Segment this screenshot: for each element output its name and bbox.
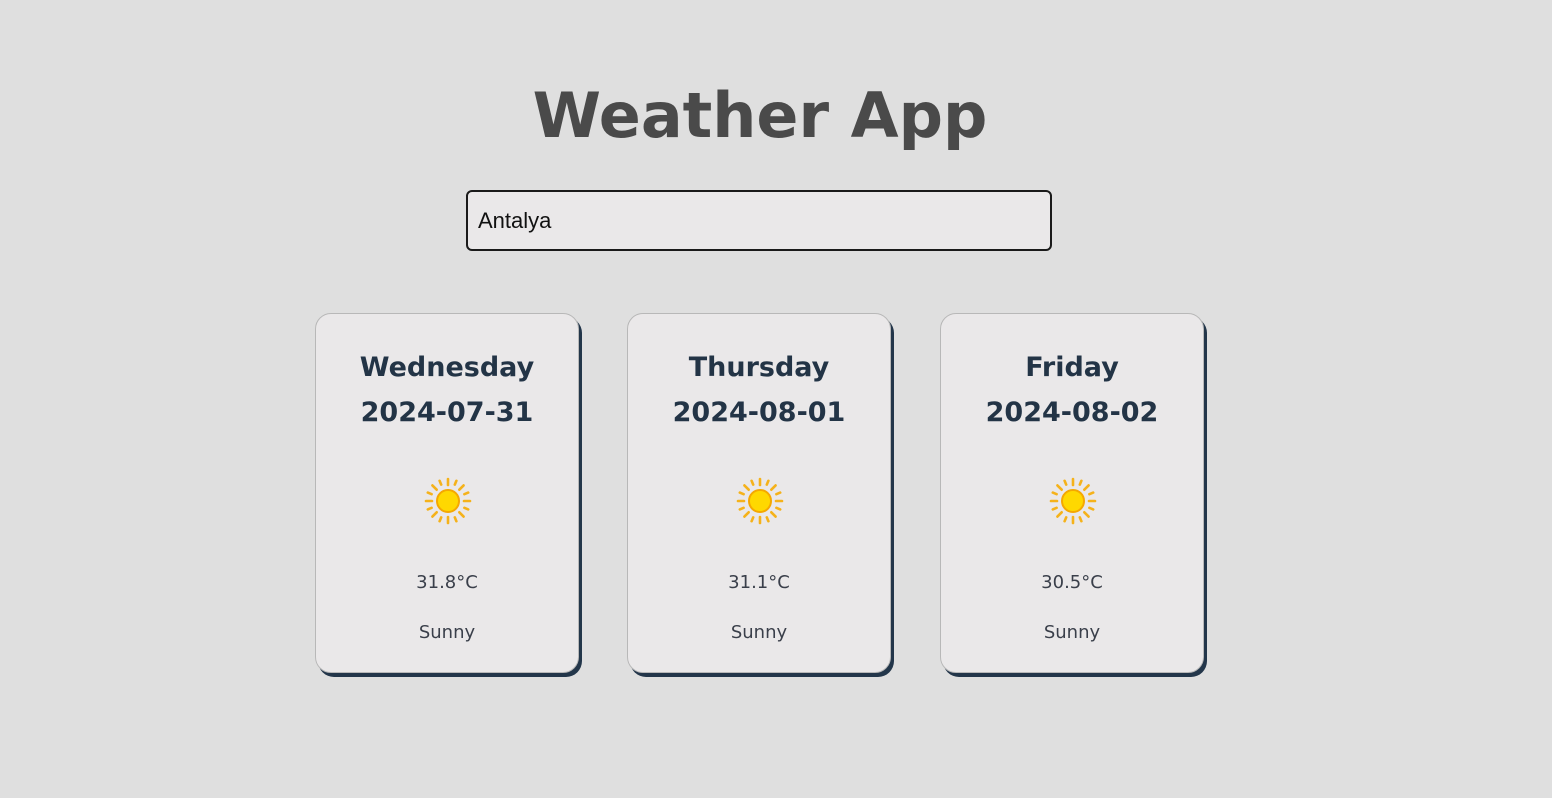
sun-icon xyxy=(736,477,784,525)
page-title: Weather App xyxy=(532,79,988,152)
forecast-date: 2024-08-01 xyxy=(672,397,846,428)
forecast-temperature: 31.1°C xyxy=(728,572,790,593)
forecast-date: 2024-07-31 xyxy=(360,397,534,428)
forecast-condition: Sunny xyxy=(418,622,476,643)
forecast-condition: Sunny xyxy=(1043,622,1101,643)
weather-app-page: Weather App Wednesday 2024-07-31 xyxy=(0,0,1552,798)
sun-icon xyxy=(1049,477,1097,525)
forecast-condition: Sunny xyxy=(730,622,788,643)
forecast-day: Friday xyxy=(1025,352,1119,383)
forecast-card-wednesday: Wednesday 2024-07-31 31.8°C Sunny xyxy=(315,313,579,673)
forecast-temperature: 31.8°C xyxy=(416,572,478,593)
forecast-card-friday: Friday 2024-08-02 30.5°C Sunny xyxy=(940,313,1204,673)
forecast-day: Wednesday xyxy=(359,352,535,383)
city-search-input[interactable] xyxy=(466,190,1052,251)
forecast-day: Thursday xyxy=(688,352,830,383)
forecast-card-thursday: Thursday 2024-08-01 31.1°C Sunny xyxy=(627,313,891,673)
sun-icon xyxy=(424,477,472,525)
forecast-date: 2024-08-02 xyxy=(985,397,1159,428)
forecast-temperature: 30.5°C xyxy=(1041,572,1103,593)
